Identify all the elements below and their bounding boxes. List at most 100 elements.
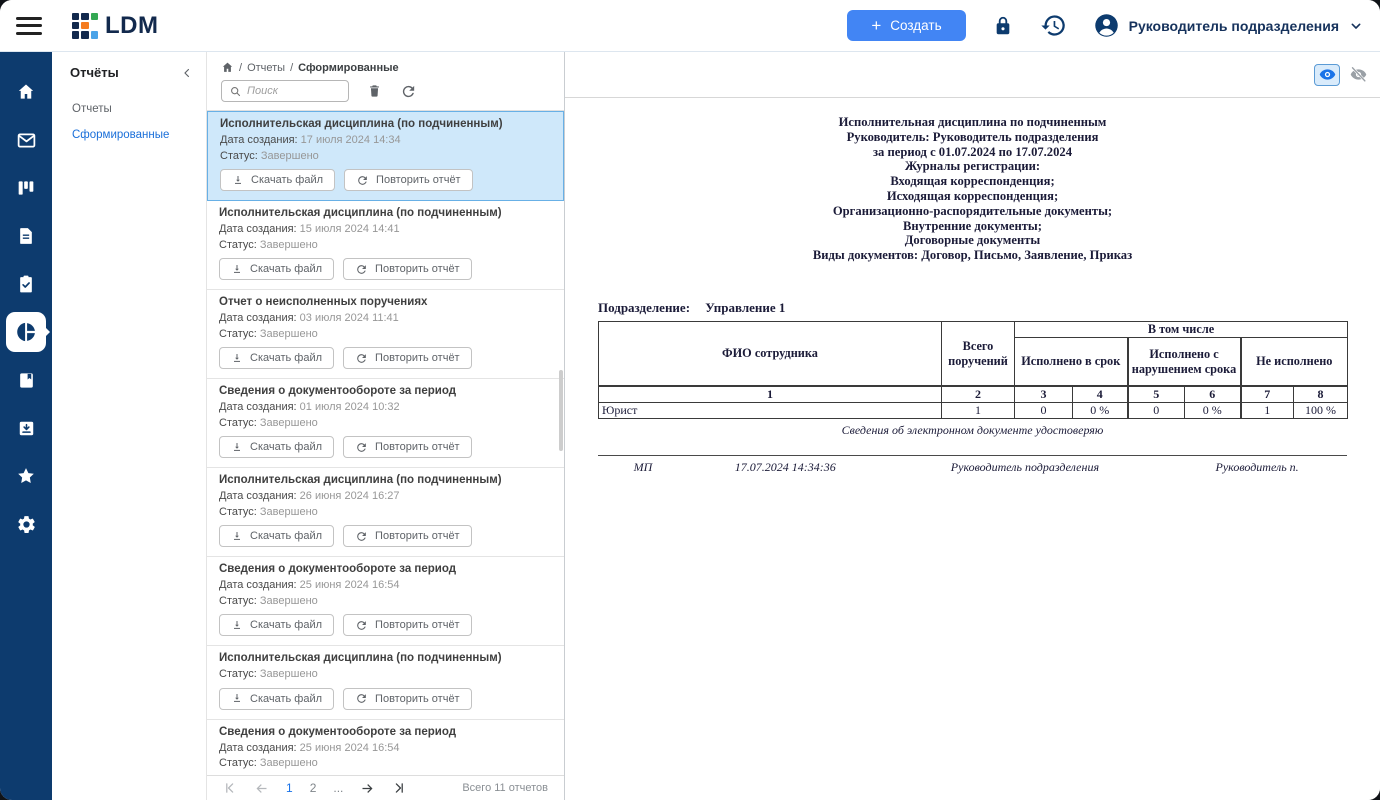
- repeat-icon: [355, 530, 368, 543]
- breadcrumb-reports[interactable]: Отчеты: [247, 62, 285, 74]
- list-toolbar: [207, 74, 564, 111]
- col-group: В том числе: [1015, 321, 1348, 337]
- report-title: Сведения о документообороте за период: [219, 385, 552, 397]
- next-page-icon[interactable]: [360, 781, 375, 796]
- user-menu[interactable]: Руководитель подразделения: [1093, 12, 1364, 39]
- sidebar-item-archive[interactable]: [0, 404, 52, 452]
- col-late: Исполнено с нарушением срока: [1128, 337, 1241, 386]
- download-icon: [232, 174, 244, 187]
- sidebar-item-settings[interactable]: [0, 500, 52, 548]
- home-icon[interactable]: [221, 61, 234, 74]
- preview-toolbar: [565, 52, 1380, 98]
- list-scrollbar[interactable]: [559, 370, 563, 451]
- col-fio: ФИО сотрудника: [599, 321, 942, 386]
- download-icon: [231, 263, 243, 276]
- report-title: Сведения о документообороте за период: [219, 563, 552, 575]
- prev-page-icon[interactable]: [254, 781, 269, 796]
- create-button[interactable]: + Создать: [847, 10, 965, 41]
- logo-text: LDM: [105, 12, 158, 40]
- download-file-button[interactable]: Скачать файл: [219, 436, 334, 458]
- download-icon: [231, 692, 243, 705]
- report-card[interactable]: Исполнительская дисциплина (по подчиненн…: [207, 111, 564, 201]
- sidebar-item-documents[interactable]: [0, 212, 52, 260]
- repeat-icon: [355, 441, 368, 454]
- page-1[interactable]: 1: [286, 781, 293, 795]
- download-file-button[interactable]: Скачать файл: [219, 258, 334, 280]
- total-count: Всего 11 отчетов: [462, 782, 548, 794]
- pagination: 1 2 ... Всего 11 отчетов: [207, 775, 564, 800]
- signature-row: МП 17.07.2024 14:34:36 Руководитель подр…: [598, 455, 1347, 475]
- sidebar-item-mail[interactable]: [0, 116, 52, 164]
- repeat-report-button[interactable]: Повторить отчёт: [344, 169, 473, 191]
- report-title: Исполнительская дисциплина (по подчиненн…: [220, 118, 551, 130]
- download-file-button[interactable]: Скачать файл: [220, 169, 335, 191]
- collapse-panel-icon[interactable]: [180, 66, 194, 80]
- icon-rail: [0, 52, 52, 800]
- document-canvas: Исполнительная дисциплина по подчиненным…: [565, 98, 1380, 800]
- user-name: Руководитель подразделения: [1129, 18, 1339, 34]
- created-value: 17 июля 2024 14:34: [301, 134, 401, 146]
- report-card[interactable]: Сведения о документообороте за период Да…: [207, 720, 564, 776]
- report-card[interactable]: Исполнительская дисциплина (по подчиненн…: [207, 646, 564, 720]
- refresh-icon[interactable]: [400, 83, 417, 100]
- reports-list: Исполнительская дисциплина (по подчиненн…: [207, 111, 564, 775]
- report-table: ФИО сотрудника Всего поручений В том чис…: [598, 321, 1348, 420]
- sidebar-item-home[interactable]: [0, 68, 52, 116]
- nav-item-reports[interactable]: Отчеты: [52, 100, 206, 118]
- sidebar-item-books[interactable]: [0, 356, 52, 404]
- panel-title: Отчёты: [70, 65, 119, 80]
- repeat-report-button[interactable]: Повторить отчёт: [343, 436, 472, 458]
- breadcrumb-current: Сформированные: [298, 62, 398, 74]
- download-file-button[interactable]: Скачать файл: [219, 347, 334, 369]
- col-not-done: Не исполнено: [1241, 337, 1348, 386]
- search-icon: [229, 85, 242, 98]
- chevron-down-icon: [1348, 18, 1364, 34]
- report-card[interactable]: Исполнительская дисциплина (по подчиненн…: [207, 468, 564, 557]
- first-page-icon[interactable]: [223, 781, 237, 795]
- repeat-report-button[interactable]: Повторить отчёт: [343, 525, 472, 547]
- repeat-report-button[interactable]: Повторить отчёт: [343, 688, 472, 710]
- breadcrumb: / Отчеты / Сформированные: [207, 52, 564, 74]
- sidebar-item-favorites[interactable]: [0, 452, 52, 500]
- sig-role: Руководитель подразделения: [883, 460, 1168, 475]
- delete-icon[interactable]: [367, 83, 382, 99]
- ldm-logo: LDM: [72, 12, 158, 40]
- unit-line: Подразделение: Управление 1: [598, 300, 1347, 316]
- report-document: Исполнительная дисциплина по подчиненным…: [598, 98, 1347, 475]
- menu-icon[interactable]: [16, 17, 42, 35]
- sidebar-item-reports[interactable]: [0, 308, 52, 356]
- history-icon[interactable]: [1040, 12, 1067, 39]
- document-preview-pane: Исполнительная дисциплина по подчиненным…: [565, 52, 1380, 800]
- repeat-report-button[interactable]: Повторить отчёт: [343, 347, 472, 369]
- show-preview-icon[interactable]: [1314, 64, 1340, 86]
- report-card[interactable]: Сведения о документообороте за период Да…: [207, 557, 564, 646]
- sig-datetime: 17.07.2024 14:34:36: [688, 460, 883, 475]
- download-icon: [231, 530, 243, 543]
- report-card[interactable]: Отчет о неисполненных поручениях Дата со…: [207, 290, 564, 379]
- certify-line: Сведения об электронном документе удосто…: [598, 423, 1347, 438]
- sidebar-item-board[interactable]: [0, 164, 52, 212]
- last-page-icon[interactable]: [392, 781, 406, 795]
- download-file-button[interactable]: Скачать файл: [219, 614, 334, 636]
- col-on-time: Исполнено в срок: [1015, 337, 1128, 386]
- app-window: LDM + Создать Руководитель подразделения: [0, 0, 1380, 800]
- search-input[interactable]: [247, 85, 341, 97]
- lock-icon[interactable]: [992, 14, 1014, 38]
- repeat-report-button[interactable]: Повторить отчёт: [343, 614, 472, 636]
- report-title: Сведения о документообороте за период: [219, 726, 552, 738]
- nav-item-generated[interactable]: Сформированные: [52, 126, 206, 144]
- sidebar-item-tasks[interactable]: [0, 260, 52, 308]
- active-item-chip: [6, 312, 46, 352]
- report-card[interactable]: Сведения о документообороте за период Да…: [207, 379, 564, 468]
- hide-preview-icon[interactable]: [1345, 64, 1371, 86]
- repeat-icon: [355, 619, 368, 632]
- search-box[interactable]: [221, 80, 349, 102]
- repeat-icon: [355, 352, 368, 365]
- report-card[interactable]: Исполнительская дисциплина (по подчиненн…: [207, 201, 564, 290]
- page-2[interactable]: 2: [310, 781, 317, 795]
- download-file-button[interactable]: Скачать файл: [219, 688, 334, 710]
- download-icon: [231, 619, 243, 632]
- download-file-button[interactable]: Скачать файл: [219, 525, 334, 547]
- repeat-report-button[interactable]: Повторить отчёт: [343, 258, 472, 280]
- status-label: Статус:: [220, 150, 258, 162]
